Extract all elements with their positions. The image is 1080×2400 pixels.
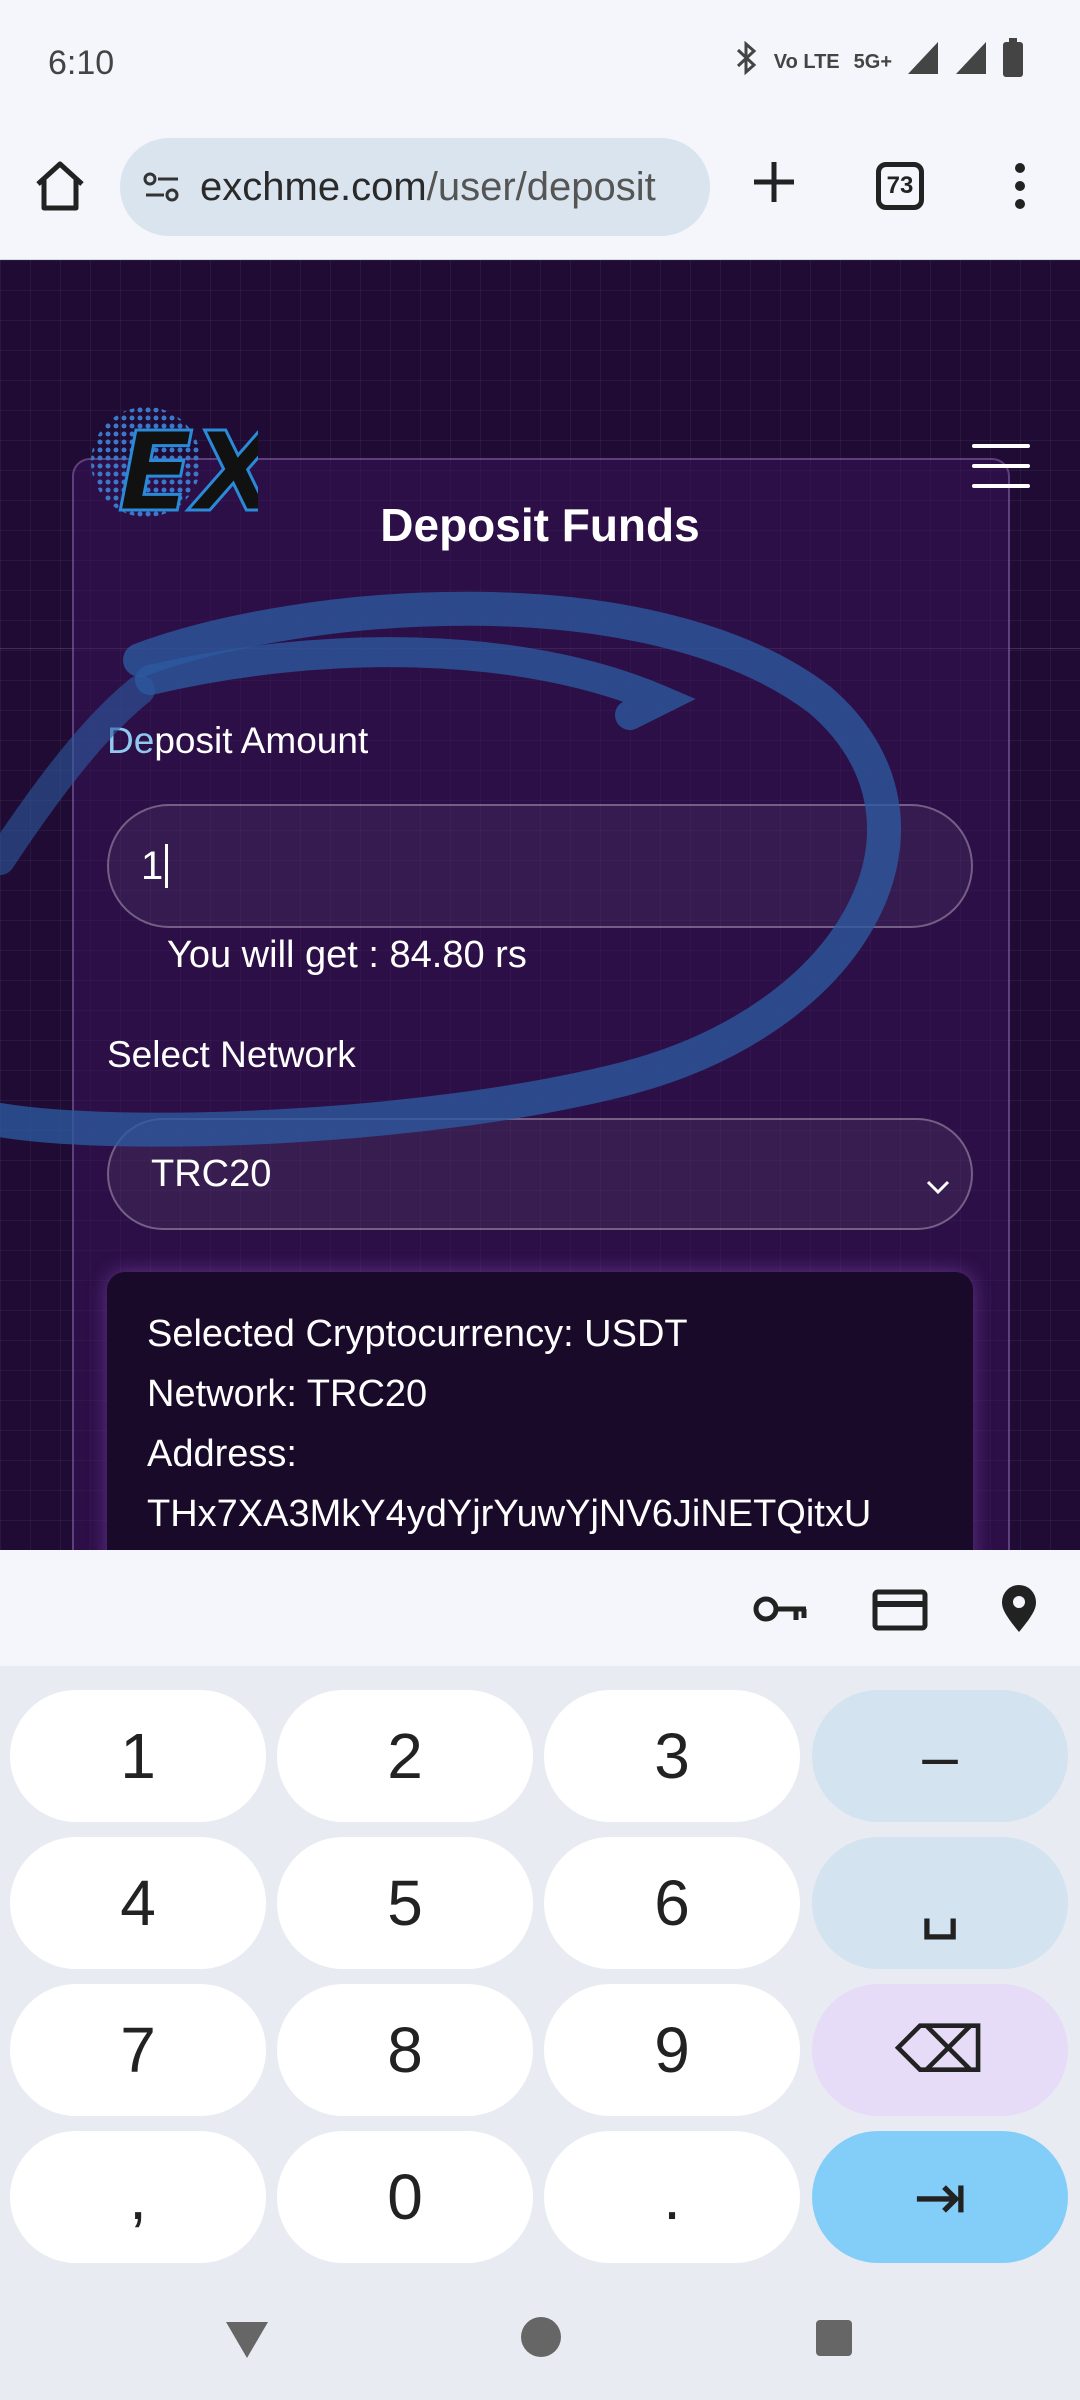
key-minus[interactable]: – bbox=[812, 1690, 1068, 1822]
back-icon[interactable] bbox=[222, 2316, 272, 2367]
key-8[interactable]: 8 bbox=[277, 1984, 533, 2116]
network-selected-value: TRC20 bbox=[151, 1152, 272, 1195]
key-next[interactable]: ⇥ bbox=[812, 2131, 1068, 2263]
key-1[interactable]: 1 bbox=[10, 1690, 266, 1822]
chevron-down-icon bbox=[925, 1164, 951, 1195]
web-content: EX Deposit Funds Deposit Amount 1 You wi… bbox=[0, 260, 1080, 1550]
numeric-keyboard: 1 2 3 – 4 5 6 ␣ 7 8 9 ⌫ , 0 . ⇥ bbox=[0, 1666, 1080, 2288]
volte-label: Vo LTE bbox=[773, 51, 840, 73]
network-text: Network: TRC20 bbox=[147, 1373, 428, 1415]
site-settings-icon[interactable] bbox=[140, 165, 184, 209]
key-space[interactable]: ␣ bbox=[812, 1837, 1068, 1969]
key-period[interactable]: . bbox=[544, 2131, 800, 2263]
converted-amount-text: You will get : 84.80 rs bbox=[167, 934, 527, 976]
deposit-info-box: Selected Cryptocurrency: USDT Network: T… bbox=[107, 1272, 973, 1550]
deposit-amount-label-rest: posit Amount bbox=[154, 720, 369, 761]
system-navigation-bar bbox=[0, 2288, 1080, 2400]
url-text: exchme.com/user/deposit bbox=[200, 165, 656, 210]
selected-crypto-text: Selected Cryptocurrency: USDT bbox=[147, 1313, 688, 1355]
browser-toolbar: exchme.com/user/deposit 73 bbox=[0, 128, 1080, 260]
key-4[interactable]: 4 bbox=[10, 1837, 266, 1969]
key-9[interactable]: 9 bbox=[544, 1984, 800, 2116]
deposit-amount-input[interactable]: 1 bbox=[107, 804, 973, 928]
key-2[interactable]: 2 bbox=[277, 1690, 533, 1822]
key-0[interactable]: 0 bbox=[277, 2131, 533, 2263]
recents-icon[interactable] bbox=[814, 2318, 854, 2363]
url-domain: exchme.com bbox=[200, 164, 427, 209]
key-3[interactable]: 3 bbox=[544, 1690, 800, 1822]
key-backspace[interactable]: ⌫ bbox=[812, 1984, 1068, 2116]
deposit-amount-label-first: De bbox=[107, 720, 155, 761]
deposit-amount-value: 1 bbox=[141, 843, 164, 888]
credit-card-icon[interactable] bbox=[872, 1584, 930, 1634]
hamburger-menu-icon[interactable] bbox=[972, 444, 1030, 492]
keyboard-toolbar bbox=[0, 1550, 1080, 1666]
network-select[interactable]: TRC20 bbox=[107, 1118, 973, 1230]
password-key-icon[interactable] bbox=[752, 1584, 810, 1634]
deposit-address[interactable]: THx7XA3MkY4ydYjrYuwYjNV6JiNETQitxU bbox=[147, 1484, 933, 1544]
home-nav-icon[interactable] bbox=[518, 2314, 564, 2365]
address-label: Address: bbox=[147, 1433, 297, 1475]
status-time: 6:10 bbox=[48, 44, 115, 82]
page-title: Deposit Funds bbox=[380, 499, 700, 551]
url-path: /user/deposit bbox=[426, 164, 656, 209]
text-caret bbox=[165, 844, 169, 888]
key-comma[interactable]: , bbox=[10, 2131, 266, 2263]
home-icon[interactable] bbox=[30, 156, 90, 216]
battery-icon bbox=[1002, 38, 1024, 86]
select-network-label: Select Network bbox=[107, 1034, 356, 1075]
deposit-amount-label: Deposit Amount bbox=[107, 720, 368, 762]
tab-switcher-button[interactable]: 73 bbox=[876, 162, 924, 210]
url-bar[interactable]: exchme.com/user/deposit bbox=[120, 138, 710, 236]
status-bar: 6:10 Vo LTE 5G+ bbox=[0, 0, 1080, 128]
new-tab-icon[interactable] bbox=[744, 152, 804, 212]
key-7[interactable]: 7 bbox=[10, 1984, 266, 2116]
location-pin-icon[interactable] bbox=[990, 1584, 1048, 1634]
signal-icon bbox=[906, 40, 940, 84]
network-type-label: 5G+ bbox=[853, 51, 892, 73]
key-6[interactable]: 6 bbox=[544, 1837, 800, 1969]
bluetooth-icon bbox=[734, 40, 760, 83]
signal-icon-2 bbox=[954, 40, 988, 84]
key-5[interactable]: 5 bbox=[277, 1837, 533, 1969]
status-icons: Vo LTE 5G+ bbox=[734, 38, 1024, 86]
more-options-icon[interactable] bbox=[1000, 156, 1040, 216]
